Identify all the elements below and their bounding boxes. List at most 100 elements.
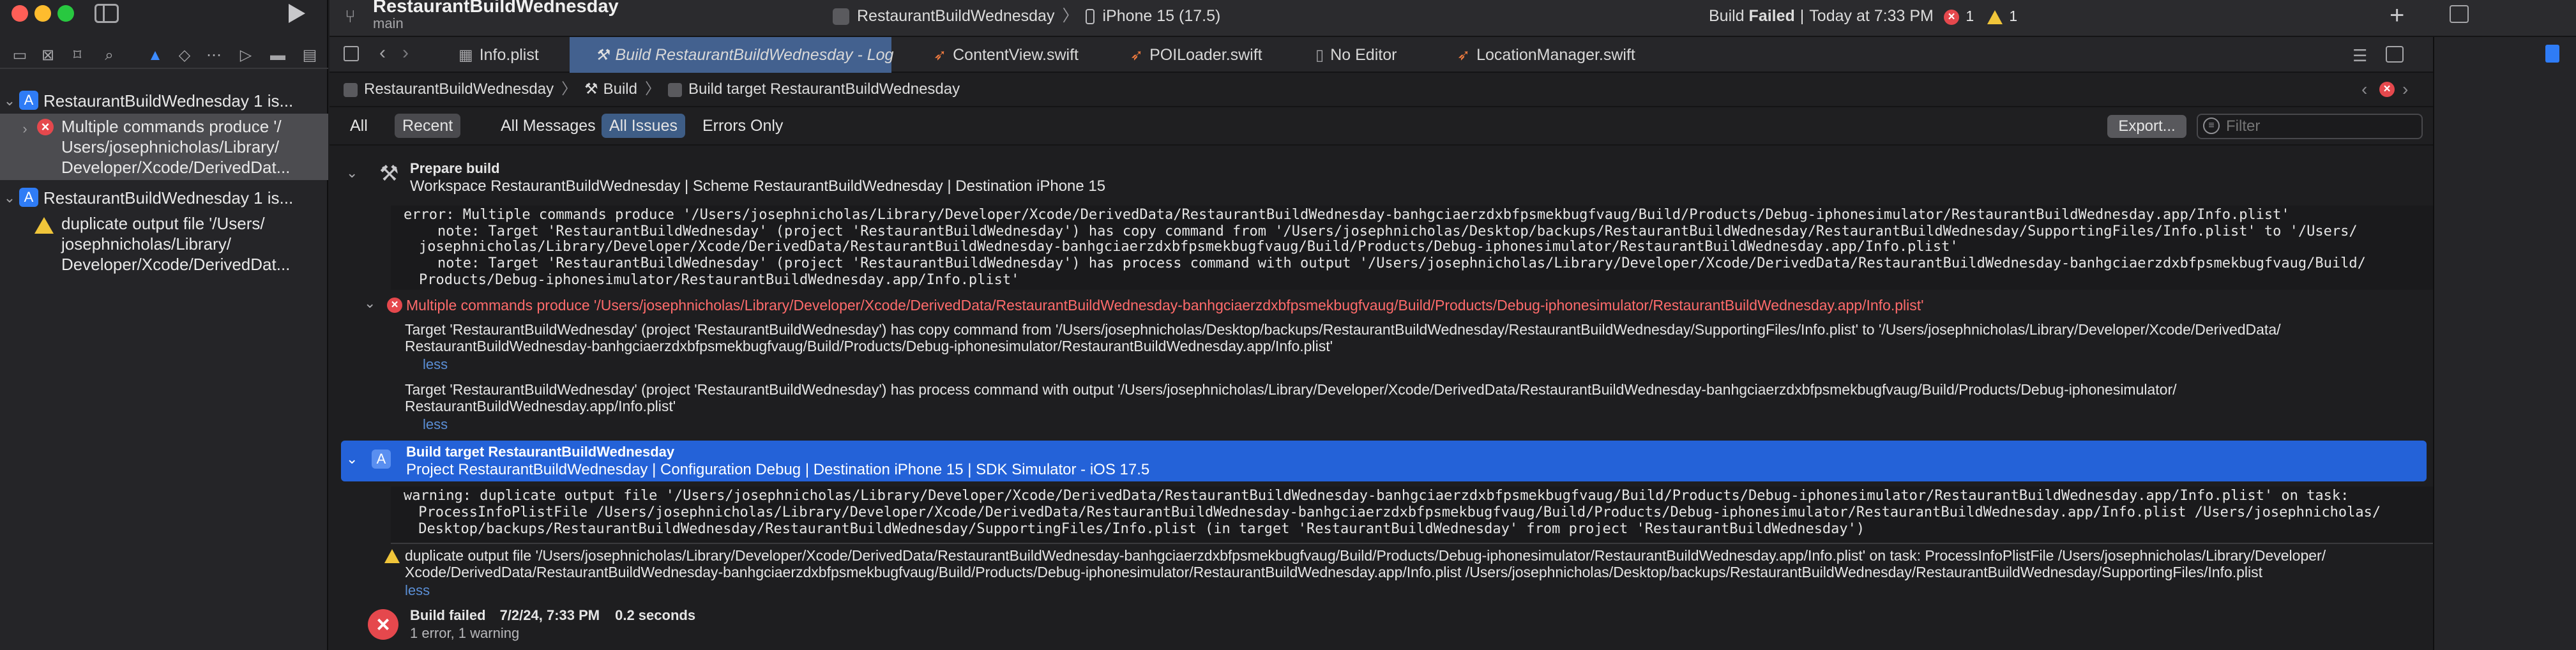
disclosure-closed-icon[interactable]: › [18,119,32,139]
tab-info-plist[interactable]: ▦ Info.plist [458,37,570,73]
editor-tab-bar: ‹ › ▦ Info.plist ⚒ Build RestaurantBuildWe… [330,37,2576,73]
minimize-window-button[interactable] [34,5,51,22]
branch-name: main [373,15,404,31]
project-row-label: RestaurantBuildWednesday 1 is... [43,91,294,110]
less-link[interactable]: less [405,582,430,599]
build-result-title: Build failed [410,607,486,623]
build-status[interactable]: Build Failed | Today at 7:33 PM [1709,4,1934,28]
raw-log-line: warning: duplicate output file '/Users/j… [404,488,2349,504]
close-window-button[interactable] [11,5,28,22]
filter-field[interactable]: ≡ [2197,114,2423,139]
scheme-name: RestaurantBuildWednesday [857,7,1055,25]
next-issue-icon[interactable]: › [2402,79,2408,100]
all-messages-button[interactable]: All Messages [493,114,603,138]
navigator-project-row[interactable]: ⌄ A RestaurantBuildWednesday 1 is... [0,188,328,208]
filter-icon: ≡ [2203,117,2220,134]
scope-all-button[interactable]: All [342,114,375,138]
warning-count-badge[interactable]: 1 [1987,8,2017,24]
collapse-chevron-icon[interactable]: ⌄ [364,295,375,312]
error-message-title[interactable]: Multiple commands produce '/Users/joseph… [406,296,1924,314]
build-log: ⌄ ⚒ Prepare build Workspace RestaurantBu… [330,147,2576,650]
run-button[interactable] [289,4,305,23]
tab-no-editor[interactable]: ▯ No Editor [1315,37,1443,73]
scope-recent-button[interactable]: Recent [395,114,461,138]
search-icon[interactable]: ⌕ [100,46,119,65]
swift-icon: ➶ [934,47,947,64]
export-button[interactable]: Export... [2107,115,2186,138]
breadcrumb: RestaurantBuildWednesday 〉 ⚒ Build 〉 Build ta… [330,73,2576,107]
collapse-chevron-icon[interactable]: ⌄ [346,451,358,467]
prepare-build-title: Prepare build [410,160,500,176]
error-row-line: Users/josephnicholas/Library/ [61,137,280,156]
raw-log-output: warning: duplicate output file '/Users/j… [391,487,2487,544]
error-row-line: Developer/Xcode/DerivedDat... [61,158,291,177]
breadcrumb-item[interactable]: Build target RestaurantBuildWednesday [688,80,960,98]
swift-icon: ➶ [1457,47,1471,64]
branch-icon[interactable]: ⑂ [345,6,356,27]
breakpoint-icon[interactable]: ▷ [236,46,255,65]
zoom-window-button[interactable] [57,5,74,22]
error-icon: × [37,119,54,135]
report-icon[interactable]: ▬ [268,46,287,65]
warning-icon [34,217,54,234]
navigator-warning-row[interactable]: duplicate output file '/Users/ josephnic… [0,213,328,280]
raw-log-line: note: Target 'RestaurantBuildWednesday' … [404,255,2366,271]
error-icon: × [387,298,402,313]
breadcrumb-item[interactable]: RestaurantBuildWednesday [364,80,554,98]
build-target-subtitle: Project RestaurantBuildWednesday | Confi… [406,461,1150,478]
error-icon: × [1944,9,1959,25]
error-count-badge[interactable]: × 1 [1944,8,1974,25]
tab-poiloader-swift[interactable]: ➶ POILoader.swift [1130,37,1284,73]
build-result-summary: 1 error, 1 warning [410,625,520,641]
forward-chevron-icon[interactable]: › [402,42,409,64]
bookmark-icon[interactable]: ⌑ [68,46,87,65]
split-editor-icon[interactable] [2386,46,2404,63]
history-icon[interactable]: ▤ [300,46,319,65]
debug-icon[interactable]: ⋯ [204,46,224,65]
tab-contentview-swift[interactable]: ➶ ContentView.swift [934,37,1102,73]
device-icon [1086,9,1095,25]
note-line: RestaurantBuildWednesday-banhgciaerzdxbf… [405,338,1333,354]
back-chevron-icon[interactable]: ‹ [379,42,386,64]
test-icon[interactable]: ◇ [175,46,194,65]
inspector-strip [2433,5,2576,650]
project-title: RestaurantBuildWednesday [373,0,619,17]
build-target-section[interactable]: ⌄ A Build target RestaurantBuildWednesda… [341,441,2427,481]
less-link[interactable]: less [423,356,448,373]
raw-log-line: ProcessInfoPlistFile /Users/josephnichol… [410,504,2381,520]
filter-input[interactable] [2226,116,2418,137]
less-link[interactable]: less [423,416,448,433]
disclosure-open-icon[interactable]: ⌄ [3,91,17,111]
warning-message-line[interactable]: duplicate output file '/Users/josephnich… [405,547,2326,564]
build-status-state: Failed [1748,7,1795,25]
sidebar-titlebar [0,0,328,28]
tab-build-log[interactable]: ⚒ Build RestaurantBuildWednesday - Log [570,37,893,73]
folder-icon[interactable]: ▭ [10,46,29,65]
grid-icon[interactable] [344,46,359,61]
sidebar-toggle-icon[interactable] [95,4,119,23]
collapse-chevron-icon[interactable]: ⌄ [346,165,358,181]
error-icon[interactable]: × [2379,82,2395,97]
warning-row-line: Developer/Xcode/DerivedDat... [61,255,291,274]
app-project-icon: A [19,91,38,110]
issue-warning-icon[interactable]: ▲ [146,46,165,65]
source-control-icon[interactable]: ⊠ [38,46,57,65]
inspector-toggle-icon[interactable] [2450,5,2469,23]
project-row-label: RestaurantBuildWednesday 1 is... [43,188,294,208]
navigator-selector-bar: ▭ ⊠ ⌑ ⌕ ▲ ◇ ⋯ ▷ ▬ ▤ [0,42,328,69]
log-filter-bar: All Recent All Messages All Issues Error… [330,107,2576,146]
all-issues-button[interactable]: All Issues [602,114,685,138]
tab-locationmanager-swift[interactable]: ➶ LocationManager.swift [1457,37,1674,73]
editor-options-icon[interactable]: ☰ [2352,46,2367,66]
navigator-project-row[interactable]: ⌄ A RestaurantBuildWednesday 1 is... [0,91,328,111]
build-failed-icon: × [368,609,398,640]
disclosure-open-icon[interactable]: ⌄ [3,188,17,208]
breadcrumb-item[interactable]: Build [603,80,637,98]
navigator-error-row[interactable]: › × Multiple commands produce '/ Users/j… [0,114,328,180]
scheme-selector[interactable]: RestaurantBuildWednesday 〉 iPhone 15 (17.5… [833,4,1388,28]
file-inspector-icon[interactable] [2545,45,2559,63]
add-icon[interactable]: + [2390,1,2404,30]
target-icon [667,82,682,97]
errors-only-button[interactable]: Errors Only [695,114,791,138]
previous-issue-icon[interactable]: ‹ [2361,79,2367,100]
